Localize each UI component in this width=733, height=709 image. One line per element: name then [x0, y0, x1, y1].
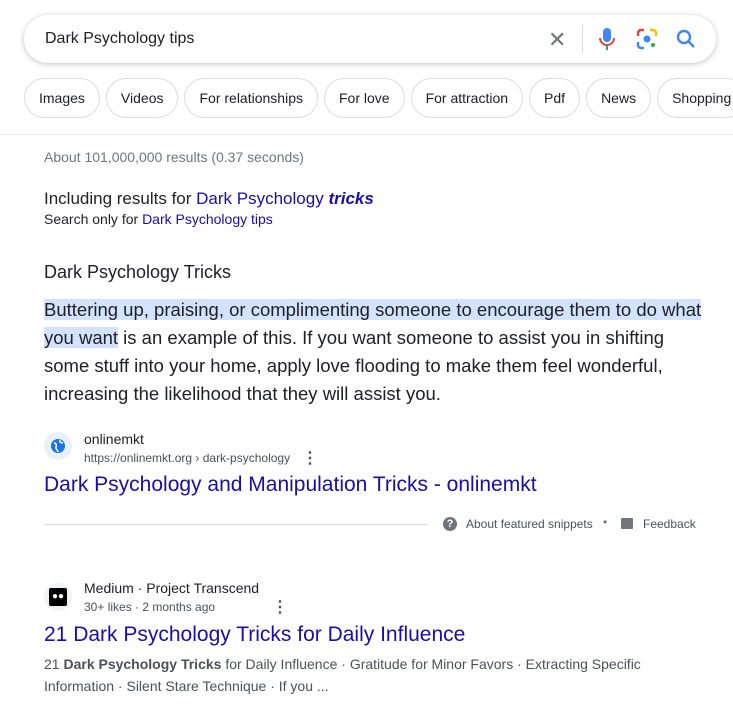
featured-heading: Dark Psychology Tricks [44, 262, 232, 282]
microphone-icon[interactable] [598, 27, 616, 51]
result-meta: 30+ likes · 2 months ago [84, 600, 216, 614]
search-box[interactable]: Dark Psychology tips ✕ [24, 15, 716, 63]
search-input[interactable]: Dark Psychology tips [45, 30, 194, 48]
clear-icon[interactable]: ✕ [548, 27, 566, 53]
divider [582, 25, 583, 53]
spelling-correction: Including results for Dark Psychology tr… [44, 189, 374, 208]
featured-snippet-text: Buttering up, praising, or complimenting… [44, 299, 702, 404]
source-site: onlinemkt [84, 431, 144, 447]
chip-videos[interactable]: Videos [105, 78, 179, 118]
divider [0, 134, 733, 135]
chip-pdf[interactable]: Pdf [529, 78, 581, 118]
chip-images[interactable]: Images [24, 78, 100, 118]
original-query-link[interactable]: Dark Psychology tips [142, 211, 273, 227]
feedback-link[interactable]: Feedback [643, 517, 696, 531]
separator-dot: • [603, 515, 608, 529]
filter-chips: Images Videos For relationships For love… [24, 78, 733, 118]
featured-result-title[interactable]: Dark Psychology and Manipulation Tricks … [44, 473, 537, 497]
more-options-icon[interactable]: ⋮ [272, 597, 288, 617]
corrected-query-link[interactable]: Dark Psychology tricks [196, 189, 374, 208]
chip-for-relationships[interactable]: For relationships [184, 78, 318, 118]
globe-icon [44, 432, 72, 460]
help-icon: ? [443, 517, 457, 531]
google-lens-icon[interactable] [636, 28, 658, 50]
result-stats: About 101,000,000 results (0.37 seconds) [44, 149, 304, 165]
chip-for-love[interactable]: For love [323, 78, 405, 118]
feedback-icon [621, 518, 633, 529]
result-source: Medium · Project Transcend [84, 580, 260, 596]
search-only: Search only for Dark Psychology tips [44, 211, 273, 227]
more-options-icon[interactable]: ⋮ [302, 448, 318, 468]
search-icon[interactable] [675, 28, 697, 50]
chip-for-attraction[interactable]: For attraction [410, 78, 524, 118]
source-url: https://onlinemkt.org › dark-psychology [84, 451, 291, 465]
chip-shopping[interactable]: Shopping [657, 78, 733, 118]
chip-news[interactable]: News [586, 78, 652, 118]
result-snippet: 21 Dark Psychology Tricks for Daily Infl… [44, 656, 641, 694]
about-featured-snippets-link[interactable]: About featured snippets [466, 517, 593, 531]
medium-logo-icon: ●● [44, 583, 72, 611]
result-title[interactable]: 21 Dark Psychology Tricks for Daily Infl… [44, 623, 465, 647]
divider [44, 524, 428, 525]
